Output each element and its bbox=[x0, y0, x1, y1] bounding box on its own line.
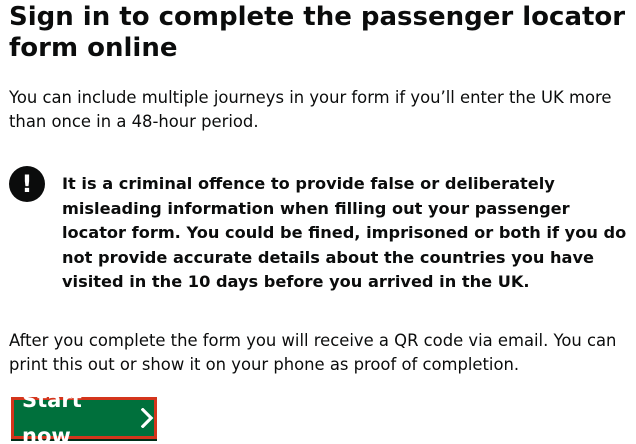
page-title: Sign in to complete the passenger locato… bbox=[9, 2, 626, 63]
completion-paragraph: After you complete the form you will rec… bbox=[9, 331, 617, 374]
warning-text: It is a criminal offence to provide fals… bbox=[62, 174, 627, 291]
page-content: Sign in to complete the passenger locato… bbox=[0, 0, 636, 444]
exclamation-icon: ! bbox=[9, 166, 45, 202]
warning-callout: ! It is a criminal offence to provide fa… bbox=[9, 166, 634, 298]
start-now-button[interactable]: Start now bbox=[11, 388, 157, 444]
chevron-right-icon bbox=[141, 408, 154, 428]
intro-paragraph: You can include multiple journeys in you… bbox=[9, 88, 612, 131]
start-now-label: Start now bbox=[22, 388, 82, 444]
